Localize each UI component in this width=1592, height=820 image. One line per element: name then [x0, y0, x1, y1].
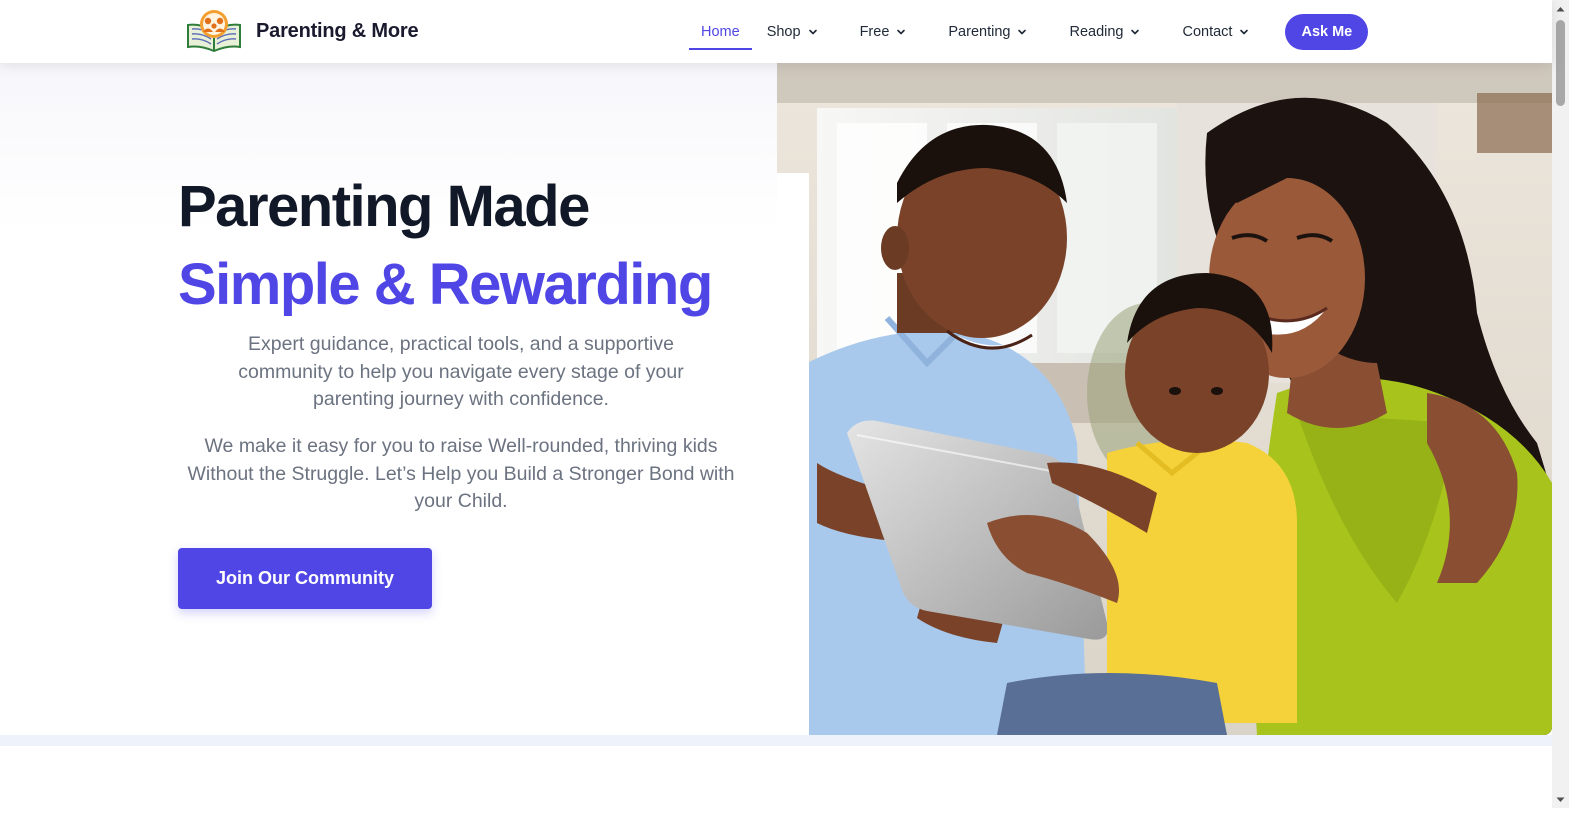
nav-item-contact[interactable]: Contact	[1182, 0, 1249, 63]
chevron-down-icon	[897, 29, 906, 34]
nav-item-label: Contact	[1182, 23, 1233, 40]
headline-line-2: Simple & Rewarding	[178, 252, 713, 317]
scroll-down-arrow-icon[interactable]	[1552, 791, 1569, 808]
hero-subtext-1: Expert guidance, practical tools, and a …	[238, 333, 684, 410]
logo-icon	[187, 10, 241, 53]
nav-item-label: Parenting	[948, 23, 1011, 40]
nav-item-label: Home	[701, 23, 740, 40]
nav-item-reading[interactable]: Reading	[1069, 0, 1140, 63]
section-divider-band	[0, 735, 1552, 746]
nav-item-free[interactable]: Free	[860, 0, 907, 63]
hero-headline: Parenting Made Simple & Rewarding	[178, 168, 778, 324]
page-scrollbar[interactable]	[1552, 0, 1569, 808]
headline-line-1: Parenting Made	[178, 174, 590, 239]
chevron-down-icon	[1240, 29, 1249, 34]
nav-item-label: Free	[859, 23, 890, 40]
photo-notch	[777, 173, 809, 735]
scroll-thumb[interactable]	[1556, 20, 1565, 106]
hero-subtext-2: We make it easy for you to raise Well-ro…	[187, 435, 735, 512]
chevron-down-icon	[1131, 29, 1140, 34]
site-header: Parenting & More Home Shop Free Parentin…	[0, 0, 1552, 63]
chevron-down-icon	[808, 29, 817, 34]
nav-item-home[interactable]: Home	[689, 0, 752, 63]
main-nav: Home Shop Free Parenting Reading Contact…	[689, 0, 1369, 63]
ask-me-button[interactable]: Ask Me	[1285, 13, 1369, 50]
family-tablet-illustration	[777, 63, 1552, 735]
nav-item-shop[interactable]: Shop	[767, 0, 818, 63]
hero-section: Parenting Made Simple & Rewarding Expert…	[0, 63, 1552, 735]
chevron-down-icon	[1018, 29, 1027, 34]
nav-item-parenting[interactable]: Parenting	[948, 0, 1027, 63]
brand[interactable]: Parenting & More	[184, 7, 419, 55]
nav-item-label: Shop	[766, 23, 801, 40]
scroll-up-arrow-icon[interactable]	[1552, 0, 1569, 17]
brand-name: Parenting & More	[256, 19, 419, 42]
hero-photo	[777, 63, 1552, 735]
join-community-button[interactable]: Join Our Community	[178, 548, 432, 609]
nav-item-label: Reading	[1069, 23, 1124, 40]
